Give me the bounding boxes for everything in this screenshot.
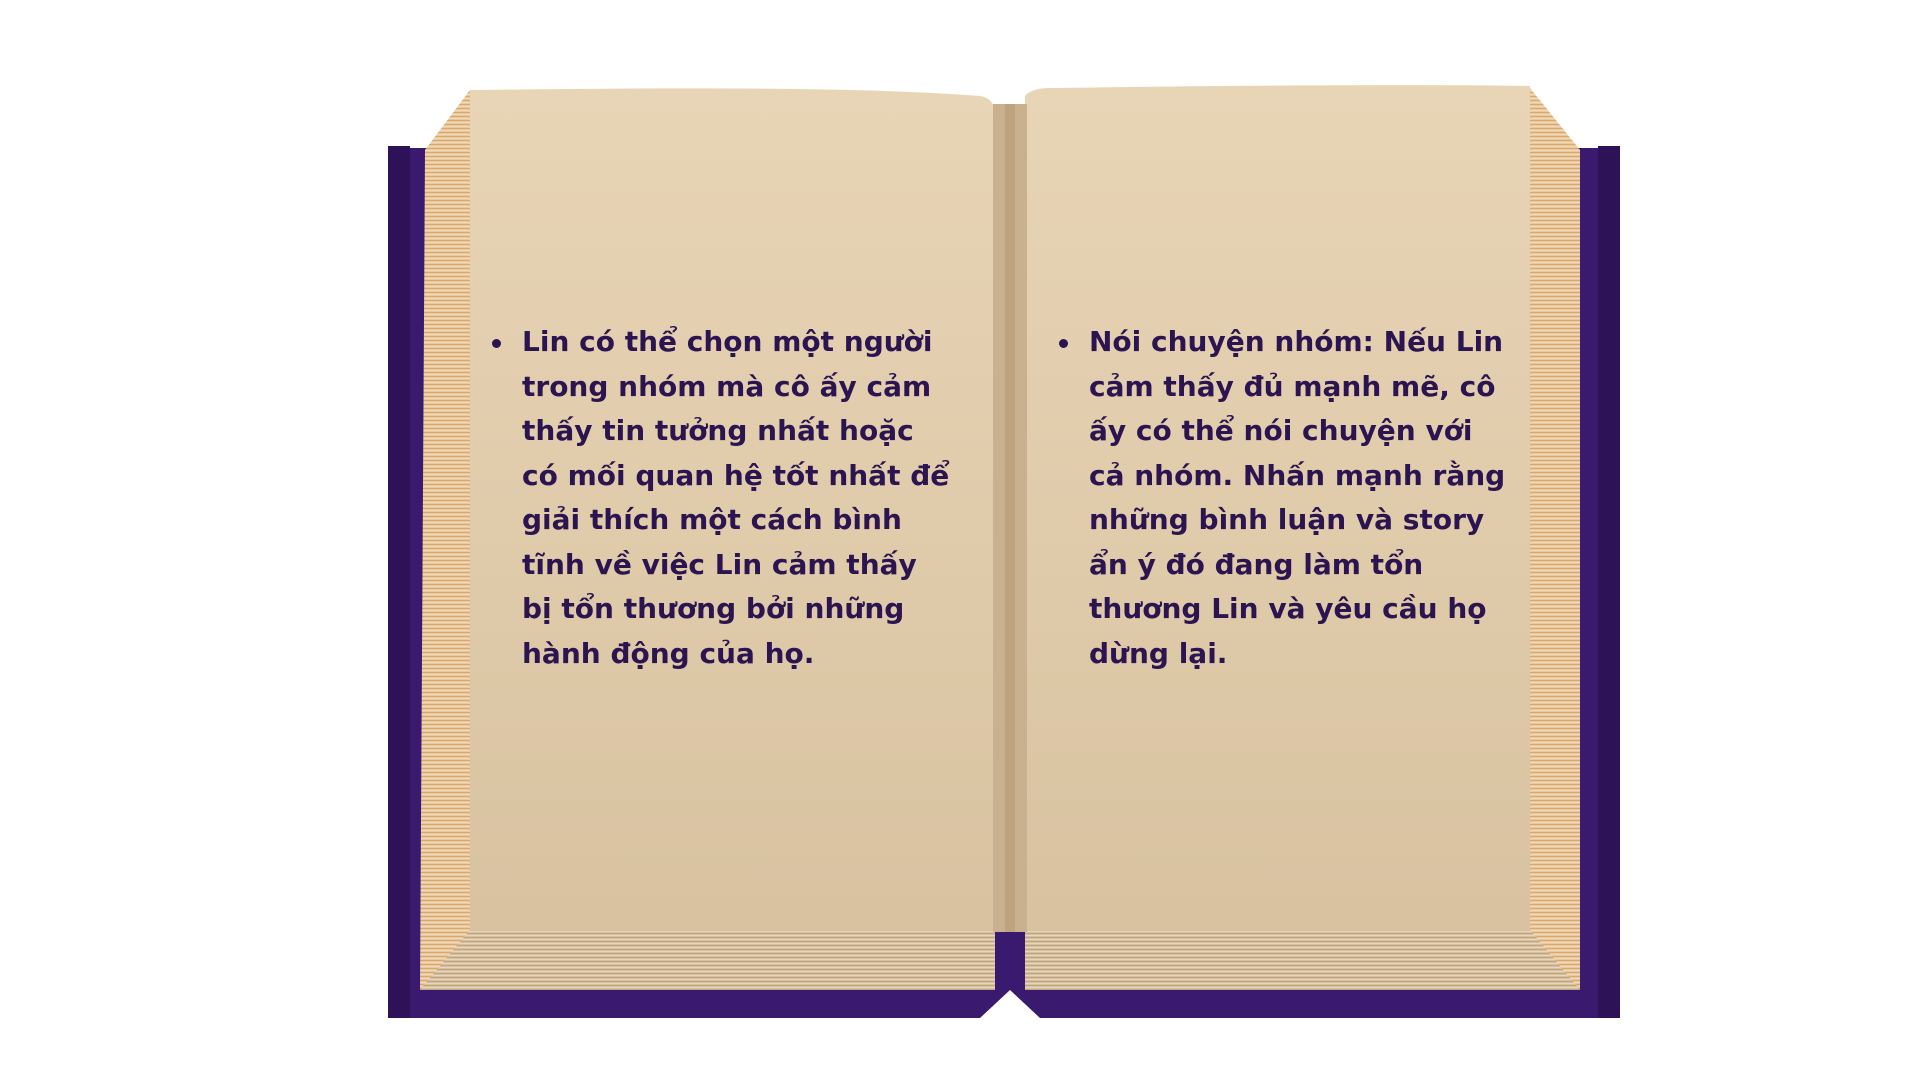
bottom-page-edges-left: [420, 930, 995, 990]
open-book-illustration: Lin có thể chọn một người trong nhóm mà …: [0, 0, 1920, 1080]
right-bullet-item: Nói chuyện nhóm: Nếu Lin cảm thấy đủ mạn…: [1059, 320, 1517, 676]
right-bullet-list: Nói chuyện nhóm: Nếu Lin cảm thấy đủ mạn…: [1057, 320, 1517, 676]
left-page-text: Lin có thể chọn một người trong nhóm mà …: [490, 320, 950, 676]
right-page-text: Nói chuyện nhóm: Nếu Lin cảm thấy đủ mạn…: [1057, 320, 1517, 676]
left-page-edges: [420, 90, 470, 990]
right-page-edges: [1530, 88, 1580, 990]
bottom-page-edges-right: [1025, 930, 1580, 990]
cover-edge-right: [1598, 146, 1620, 1018]
book-graphic: [388, 85, 1620, 1018]
cover-edge-left: [388, 146, 410, 1018]
left-bullet-item: Lin có thể chọn một người trong nhóm mà …: [492, 320, 950, 676]
left-bullet-list: Lin có thể chọn một người trong nhóm mà …: [490, 320, 950, 676]
